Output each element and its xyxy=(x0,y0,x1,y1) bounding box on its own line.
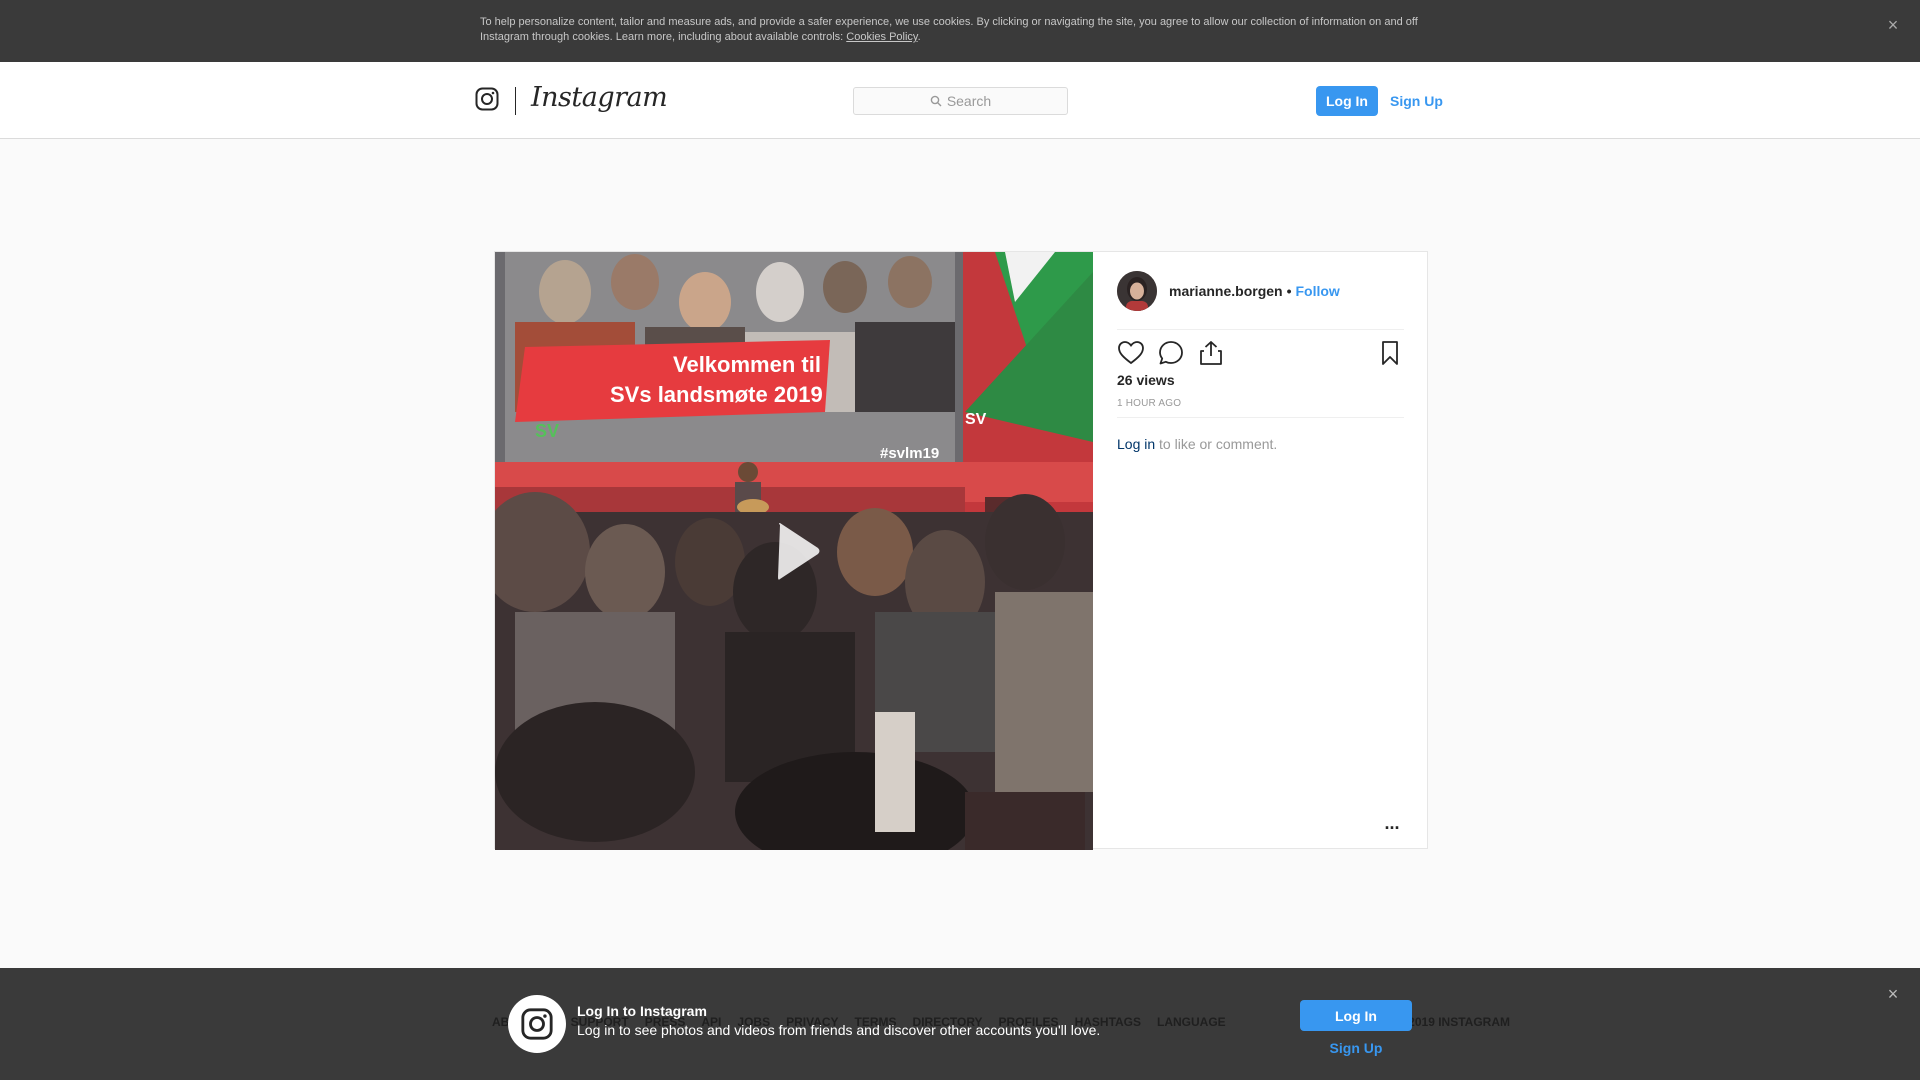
post-timestamp[interactable]: 1 HOUR AGO xyxy=(1117,398,1181,409)
bookmark-icon[interactable] xyxy=(1376,339,1404,367)
close-icon[interactable]: × xyxy=(1882,15,1904,37)
login-prompt-rest: to like or comment. xyxy=(1155,436,1278,452)
login-prompt: Log in to like or comment. xyxy=(1117,436,1277,452)
cookie-trailing: . xyxy=(917,31,921,43)
post-card: Velkommen til SVs landsmøte 2019 SV #svl… xyxy=(494,251,1428,850)
divider xyxy=(1117,417,1404,418)
author-username[interactable]: marianne.borgen xyxy=(1169,283,1283,299)
instagram-glyph-icon xyxy=(508,995,566,1053)
login-button[interactable]: Log In xyxy=(1316,86,1378,116)
more-options-icon[interactable]: ... xyxy=(1380,814,1404,832)
instagram-wordmark[interactable]: Instagram xyxy=(531,82,668,113)
top-navbar: Instagram Search Log In Sign Up xyxy=(0,62,1920,139)
bottom-bar-title: Log In to Instagram xyxy=(577,1003,707,1019)
post-sidebar: marianne.borgen • Follow 26 views 1 HOUR… xyxy=(1093,252,1428,850)
bottom-signup-link[interactable]: Sign Up xyxy=(1300,1040,1412,1056)
divider xyxy=(1117,329,1404,330)
separator-dot: • xyxy=(1286,283,1292,299)
cookie-message: To help personalize content, tailor and … xyxy=(480,16,1418,43)
screen-logo: SV xyxy=(535,421,559,441)
post-author: marianne.borgen • Follow xyxy=(1117,271,1404,311)
search-icon xyxy=(930,95,942,107)
follow-button[interactable]: Follow xyxy=(1296,283,1340,299)
signup-link[interactable]: Sign Up xyxy=(1390,86,1443,116)
cookies-policy-link[interactable]: Cookies Policy xyxy=(846,31,917,43)
bottom-login-button[interactable]: Log In xyxy=(1300,1000,1412,1031)
close-icon[interactable]: × xyxy=(1882,983,1904,1005)
screen-text-line2: SVs landsmøte 2019 xyxy=(610,382,823,407)
play-icon[interactable] xyxy=(758,515,830,587)
login-link[interactable]: Log in xyxy=(1117,436,1155,452)
instagram-glyph-icon[interactable] xyxy=(475,87,499,111)
search-placeholder: Search xyxy=(946,93,992,109)
heart-icon[interactable] xyxy=(1117,339,1145,367)
screen-text-line1: Velkommen til xyxy=(673,352,821,377)
bottom-login-bar: ABOUT US SUPPORT PRESS API JOBS PRIVACY … xyxy=(0,968,1920,1080)
post-video[interactable]: Velkommen til SVs landsmøte 2019 SV #svl… xyxy=(495,252,1093,850)
comment-icon[interactable] xyxy=(1157,339,1185,367)
search-input[interactable]: Search xyxy=(853,87,1068,115)
screen-hashtag: #svlm19 xyxy=(880,445,939,462)
cookie-banner: To help personalize content, tailor and … xyxy=(0,0,1920,62)
footer-copyright: © 2019 INSTAGRAM xyxy=(1396,1015,1510,1029)
share-icon[interactable] xyxy=(1197,339,1225,367)
footer-link[interactable]: LANGUAGE xyxy=(1157,1015,1226,1029)
action-bar xyxy=(1117,339,1404,369)
cookie-text: To help personalize content, tailor and … xyxy=(480,15,1440,45)
view-count[interactable]: 26 views xyxy=(1117,372,1175,388)
side-logo: SV xyxy=(965,411,987,428)
avatar[interactable] xyxy=(1117,271,1157,311)
logo-divider xyxy=(515,87,516,115)
bottom-bar-subtitle: Log in to see photos and videos from fri… xyxy=(577,1022,1101,1038)
